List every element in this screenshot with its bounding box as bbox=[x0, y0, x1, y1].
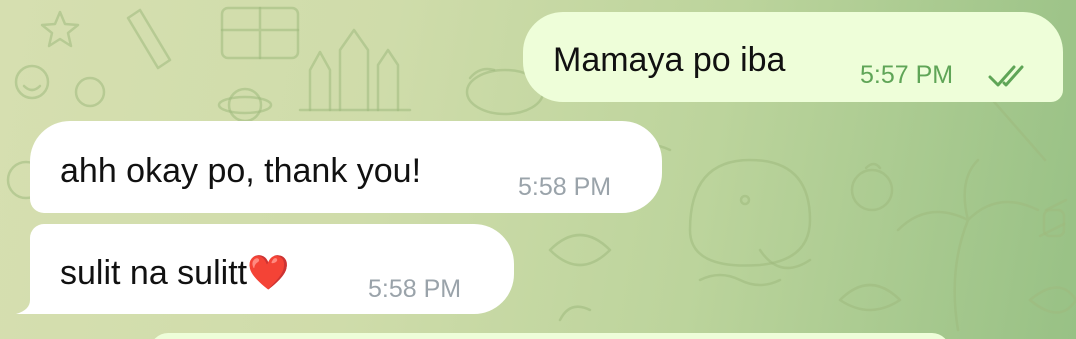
message-text: Mamaya po iba bbox=[553, 41, 786, 79]
double-check-icon bbox=[988, 65, 1024, 87]
message-text: sulit na sulitt❤️ bbox=[60, 254, 290, 292]
message-text: ahh okay po, thank you! bbox=[60, 152, 422, 190]
message-timestamp: 5:57 PM bbox=[860, 61, 954, 89]
chat-background: Mamaya po iba 5:57 PM ahh okay po, thank… bbox=[0, 0, 1076, 339]
message-timestamp: 5:58 PM bbox=[518, 173, 612, 201]
message-timestamp: 5:58 PM bbox=[368, 275, 462, 303]
outgoing-message-bubble[interactable]: Mamaya po iba 5:57 PM bbox=[523, 12, 1063, 102]
next-message-bubble-edge bbox=[150, 333, 950, 339]
incoming-message-bubble[interactable]: sulit na sulitt❤️ 5:58 PM bbox=[30, 224, 514, 314]
incoming-message-bubble[interactable]: ahh okay po, thank you! 5:58 PM bbox=[30, 121, 662, 213]
